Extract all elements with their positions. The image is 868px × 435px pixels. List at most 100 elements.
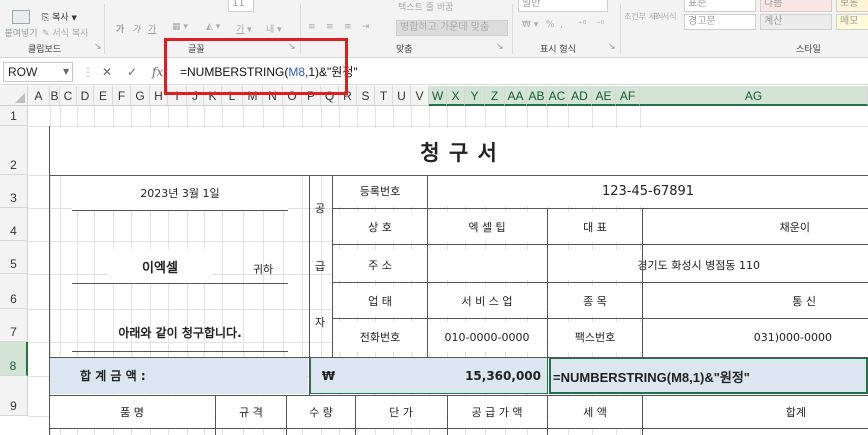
customer-honorific[interactable]: 귀하 — [238, 255, 288, 283]
cancel-icon[interactable]: ✕ — [102, 62, 112, 82]
style-neutral[interactable]: 보통 — [836, 0, 868, 12]
fax-label[interactable]: 팩스번호 — [548, 322, 642, 352]
column-header[interactable]: W — [429, 86, 447, 106]
column-header[interactable]: AE — [592, 86, 616, 106]
column-header[interactable]: AB — [527, 86, 547, 106]
dialog-launcher-icon[interactable]: ↘ — [608, 42, 616, 52]
column-header[interactable]: Y — [465, 86, 485, 106]
column-header[interactable]: J — [187, 86, 204, 106]
column-header[interactable]: C — [60, 86, 77, 106]
font-color-button[interactable]: 가 ▾ — [236, 22, 252, 35]
col-tax-header[interactable]: 세 액 — [548, 396, 642, 428]
percent-button[interactable]: % — [546, 20, 555, 30]
chevron-down-icon[interactable]: ▼ — [63, 62, 69, 82]
row-header[interactable]: 2 — [0, 126, 28, 175]
dialog-launcher-icon[interactable]: ↘ — [288, 42, 296, 52]
decrease-decimal-button[interactable]: ⁻⁰ — [596, 20, 604, 30]
insert-function-icon[interactable]: fx — [152, 62, 163, 82]
invoice-message[interactable]: 아래와 같이 청구합니다. — [72, 315, 288, 349]
addr-value[interactable]: 경기도 화성시 병점동 110 — [428, 250, 868, 280]
column-header[interactable]: AF — [616, 86, 640, 106]
column-header[interactable]: O — [283, 86, 302, 106]
row-header[interactable]: 9 — [0, 376, 28, 416]
dialog-launcher-icon[interactable]: ↘ — [94, 42, 102, 52]
row-header[interactable]: 3 — [0, 175, 28, 208]
col-spec-header[interactable]: 규 격 — [216, 396, 286, 428]
wrap-text-button[interactable]: 텍스트 줄 바꿈 — [398, 0, 453, 13]
type-value[interactable]: 통 신 — [643, 286, 868, 316]
column-header[interactable]: G — [131, 86, 150, 106]
phonetic-button[interactable]: 내 ▾ — [266, 22, 282, 35]
column-header[interactable]: S — [357, 86, 375, 106]
conditional-format-button[interactable]: 조건부 서식 — [624, 12, 663, 21]
align-center-button[interactable]: ≡ — [326, 22, 334, 32]
column-header[interactable]: L — [222, 86, 243, 106]
row-header[interactable]: 8 — [0, 342, 28, 376]
indent-button[interactable]: ⇥ — [362, 22, 370, 32]
col-qty-header[interactable]: 수 량 — [287, 396, 355, 428]
column-header[interactable]: V — [411, 86, 429, 106]
column-header[interactable]: U — [393, 86, 411, 106]
copy-button[interactable]: ⎘ 복사 ▼ — [42, 10, 77, 23]
fax-value[interactable]: 031)000-0000 — [643, 322, 868, 352]
rep-label[interactable]: 대 표 — [548, 212, 642, 242]
invoice-date[interactable]: 2023년 3월 1일 — [72, 176, 288, 210]
col-supply-header[interactable]: 공 급 가 액 — [448, 396, 546, 428]
format-painter-button[interactable]: ✎ 서식 복사 — [42, 26, 88, 39]
enter-icon[interactable]: ✓ — [127, 62, 137, 82]
addr-label[interactable]: 주 소 — [333, 250, 427, 280]
type-label[interactable]: 종 목 — [548, 286, 642, 316]
border-button[interactable]: ▦ ▾ — [172, 22, 188, 32]
row-header[interactable]: 6 — [0, 274, 28, 309]
col-price-header[interactable]: 단 가 — [356, 396, 446, 428]
worksheet[interactable]: A B C D E F G H I J K L M N O P Q R S T U V W X Y Z AA AB AC AD AE AF AG… — [0, 86, 868, 435]
total-formula-cell[interactable]: =NUMBERSTRING(M8,1)&"원정" — [549, 357, 868, 394]
bold-button[interactable]: 가 — [116, 22, 124, 35]
paste-button[interactable]: 붙여넣기 — [4, 10, 38, 39]
row-header[interactable]: 7 — [0, 309, 28, 342]
name-value[interactable]: 엑 셀 팁 — [428, 212, 546, 242]
style-warning[interactable]: 경고문 — [684, 14, 756, 30]
column-header[interactable]: M — [243, 86, 263, 106]
number-format-box[interactable]: 일반 — [518, 0, 608, 12]
total-currency[interactable]: ₩ — [310, 357, 346, 394]
column-header[interactable]: E — [94, 86, 113, 106]
rep-value[interactable]: 채운이 — [643, 212, 868, 242]
row-header[interactable]: 1 — [0, 106, 28, 126]
comma-button[interactable]: , — [560, 20, 563, 30]
col-item-header[interactable]: 품 명 — [50, 396, 214, 428]
biz-value[interactable]: 서 비 스 업 — [428, 286, 546, 316]
column-header[interactable]: X — [447, 86, 465, 106]
align-left-button[interactable]: ≡ — [308, 22, 316, 32]
total-label[interactable]: 합 계 금 액 : — [50, 357, 308, 394]
name-label[interactable]: 상 호 — [333, 212, 427, 242]
underline-button[interactable]: 가 — [148, 22, 156, 35]
align-right-button[interactable]: ≡ — [344, 22, 352, 32]
currency-button[interactable]: ₩ ▾ — [522, 20, 538, 30]
reg-value[interactable]: 123-45-67891 — [428, 176, 868, 206]
column-header[interactable]: A — [28, 86, 50, 106]
row-header[interactable]: 5 — [0, 241, 28, 274]
dialog-launcher-icon[interactable]: ↘ — [496, 42, 504, 52]
style-memo[interactable]: 메모 — [836, 14, 868, 30]
merge-center-button[interactable]: 병합하고 가운데 맞춤 — [396, 20, 508, 36]
column-header[interactable]: N — [263, 86, 283, 106]
column-header[interactable]: Q — [321, 86, 339, 106]
column-header[interactable]: AA — [505, 86, 527, 106]
column-header[interactable]: T — [375, 86, 393, 106]
biz-label[interactable]: 업 태 — [333, 286, 427, 316]
style-bad[interactable]: 나쁨 — [760, 0, 832, 12]
format-as-table-button[interactable]: 표 서식 — [652, 12, 677, 21]
phone-label[interactable]: 전화번호 — [333, 322, 427, 352]
column-header[interactable]: D — [77, 86, 94, 106]
column-header[interactable]: F — [113, 86, 131, 106]
column-header[interactable]: AC — [547, 86, 568, 106]
italic-button[interactable]: 가 — [132, 22, 140, 35]
total-amount[interactable]: 15,360,000 — [346, 357, 548, 394]
reg-label[interactable]: 등록번호 — [333, 176, 427, 206]
column-header[interactable]: R — [339, 86, 357, 106]
row-header[interactable]: 4 — [0, 208, 28, 241]
column-header[interactable]: P — [302, 86, 321, 106]
column-header[interactable]: Z — [485, 86, 505, 106]
col-total-header[interactable]: 합계 — [643, 396, 868, 428]
